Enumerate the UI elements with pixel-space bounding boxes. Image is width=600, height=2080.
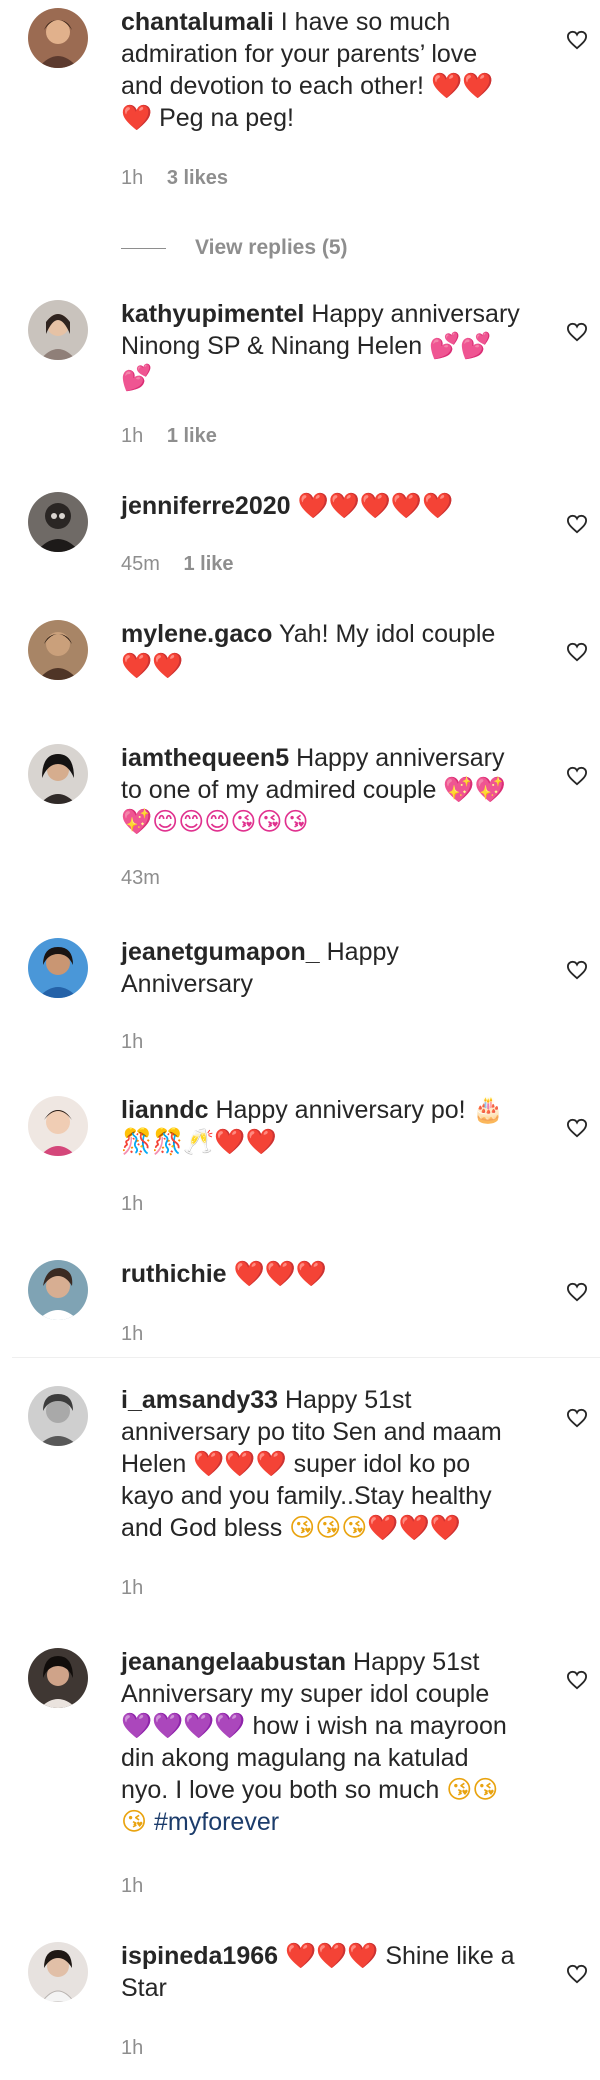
avatar[interactable]	[28, 938, 88, 998]
comment-emoji: ❤️❤️	[121, 651, 184, 680]
heart-outline-icon[interactable]	[566, 1282, 588, 1302]
comment-time: 1h	[121, 1875, 144, 1897]
comment-body: chantalumali I have so much admiration f…	[121, 6, 521, 134]
heart-outline-icon[interactable]	[566, 1118, 588, 1138]
comment-time: 43m	[121, 867, 160, 889]
comment-username[interactable]: lianndc	[121, 1096, 209, 1124]
heart-outline-icon[interactable]	[566, 960, 588, 980]
heart-outline-icon[interactable]	[566, 30, 588, 50]
avatar[interactable]	[28, 1648, 88, 1708]
comment-time: 1h	[121, 1031, 144, 1053]
comment-time: 1h	[121, 167, 144, 189]
comment-meta: 43m	[121, 866, 160, 890]
comment-meta: 1h	[121, 2036, 143, 2060]
comment-emoji: 💜💜💜💜	[121, 1711, 246, 1740]
comment-emoji: ❤️❤️❤️❤️❤️	[297, 491, 454, 520]
comment-body: jeanetgumapon_ Happy Anniversary	[121, 936, 521, 1000]
comment-username[interactable]: jenniferre2020	[121, 492, 291, 520]
comment-username[interactable]: i_amsandy33	[121, 1386, 278, 1414]
comment-username[interactable]: iamthequeen5	[121, 744, 289, 772]
replies-line	[121, 248, 166, 249]
comment-body: ruthichie ❤️❤️❤️	[121, 1258, 521, 1290]
comment-meta: 1h	[121, 1192, 143, 1216]
comment-likes[interactable]: 3 likes	[167, 167, 228, 189]
avatar[interactable]	[28, 1260, 88, 1320]
comment-username[interactable]: chantalumali	[121, 8, 274, 36]
comment-likes[interactable]: 1 like	[167, 425, 217, 447]
comment-body: mylene.gaco Yah! My idol couple ❤️❤️	[121, 618, 521, 682]
comment-time: 1h	[121, 1323, 144, 1345]
divider	[12, 1357, 600, 1358]
comment-time: 1h	[121, 1193, 144, 1215]
comment-body: jeanangelaabustan Happy 51st Anniversary…	[121, 1646, 521, 1838]
comment-username[interactable]: ruthichie	[121, 1260, 227, 1288]
heart-outline-icon[interactable]	[566, 766, 588, 786]
avatar[interactable]	[28, 1942, 88, 2002]
comment-emoji: ❤️❤️❤️	[284, 1941, 379, 1970]
comment-body: ispineda1966 ❤️❤️❤️ Shine like a Star	[121, 1940, 521, 2004]
avatar[interactable]	[28, 300, 88, 360]
comment-text-extra: Peg na peg!	[159, 104, 294, 132]
heart-outline-icon[interactable]	[566, 514, 588, 534]
comment-meta: 45m 1 like	[121, 552, 234, 576]
comment-body: jenniferre2020 ❤️❤️❤️❤️❤️	[121, 490, 521, 522]
comment-meta: 1h	[121, 1576, 143, 1600]
comment-emoji: ❤️❤️❤️	[193, 1449, 287, 1478]
heart-outline-icon[interactable]	[566, 1670, 588, 1690]
comment-likes[interactable]: 1 like	[183, 553, 233, 575]
comment-username[interactable]: kathyupimentel	[121, 300, 304, 328]
comment-time: 1h	[121, 1577, 144, 1599]
comment-meta: 1h	[121, 1030, 143, 1054]
comment-meta: 1h	[121, 1322, 143, 1346]
heart-outline-icon[interactable]	[566, 1408, 588, 1428]
avatar[interactable]	[28, 8, 88, 68]
comment-text: Happy anniversary po!	[215, 1096, 466, 1124]
avatar[interactable]	[28, 744, 88, 804]
avatar[interactable]	[28, 620, 88, 680]
view-replies-button[interactable]: View replies (5)	[121, 234, 421, 262]
hashtag-link[interactable]: #myforever	[154, 1808, 279, 1836]
comment-username[interactable]: jeanetgumapon_	[121, 938, 320, 966]
comment-emoji: ❤️❤️❤️	[233, 1259, 327, 1288]
comment-body: i_amsandy33 Happy 51st anniversary po ti…	[121, 1384, 521, 1544]
comment-body: kathyupimentel Happy anniversary Ninong …	[121, 298, 521, 394]
comment-username[interactable]: mylene.gaco	[121, 620, 272, 648]
avatar[interactable]	[28, 1386, 88, 1446]
comment-emoji: 😘😘😘❤️❤️❤️	[289, 1513, 461, 1542]
comment-time: 1h	[121, 425, 144, 447]
comment-body: iamthequeen5 Happy anniversary to one of…	[121, 742, 521, 838]
comment-time: 45m	[121, 553, 160, 575]
avatar[interactable]	[28, 492, 88, 552]
heart-outline-icon[interactable]	[566, 642, 588, 662]
comment-username[interactable]: jeanangelaabustan	[121, 1648, 346, 1676]
view-replies-label[interactable]: View replies (5)	[195, 234, 348, 262]
avatar[interactable]	[28, 1096, 88, 1156]
comment-username[interactable]: ispineda1966	[121, 1942, 278, 1970]
heart-outline-icon[interactable]	[566, 322, 588, 342]
comment-meta: 1h 3 likes	[121, 166, 228, 190]
comment-text: Yah! My idol couple	[278, 620, 496, 648]
comment-meta: 1h	[121, 1874, 143, 1898]
comment-time: 1h	[121, 2037, 144, 2059]
comment-body: lianndc Happy anniversary po! 🎂🎊🎊🥂❤️❤️	[121, 1094, 521, 1158]
heart-outline-icon[interactable]	[566, 1964, 588, 1984]
comment-meta: 1h 1 like	[121, 424, 217, 448]
